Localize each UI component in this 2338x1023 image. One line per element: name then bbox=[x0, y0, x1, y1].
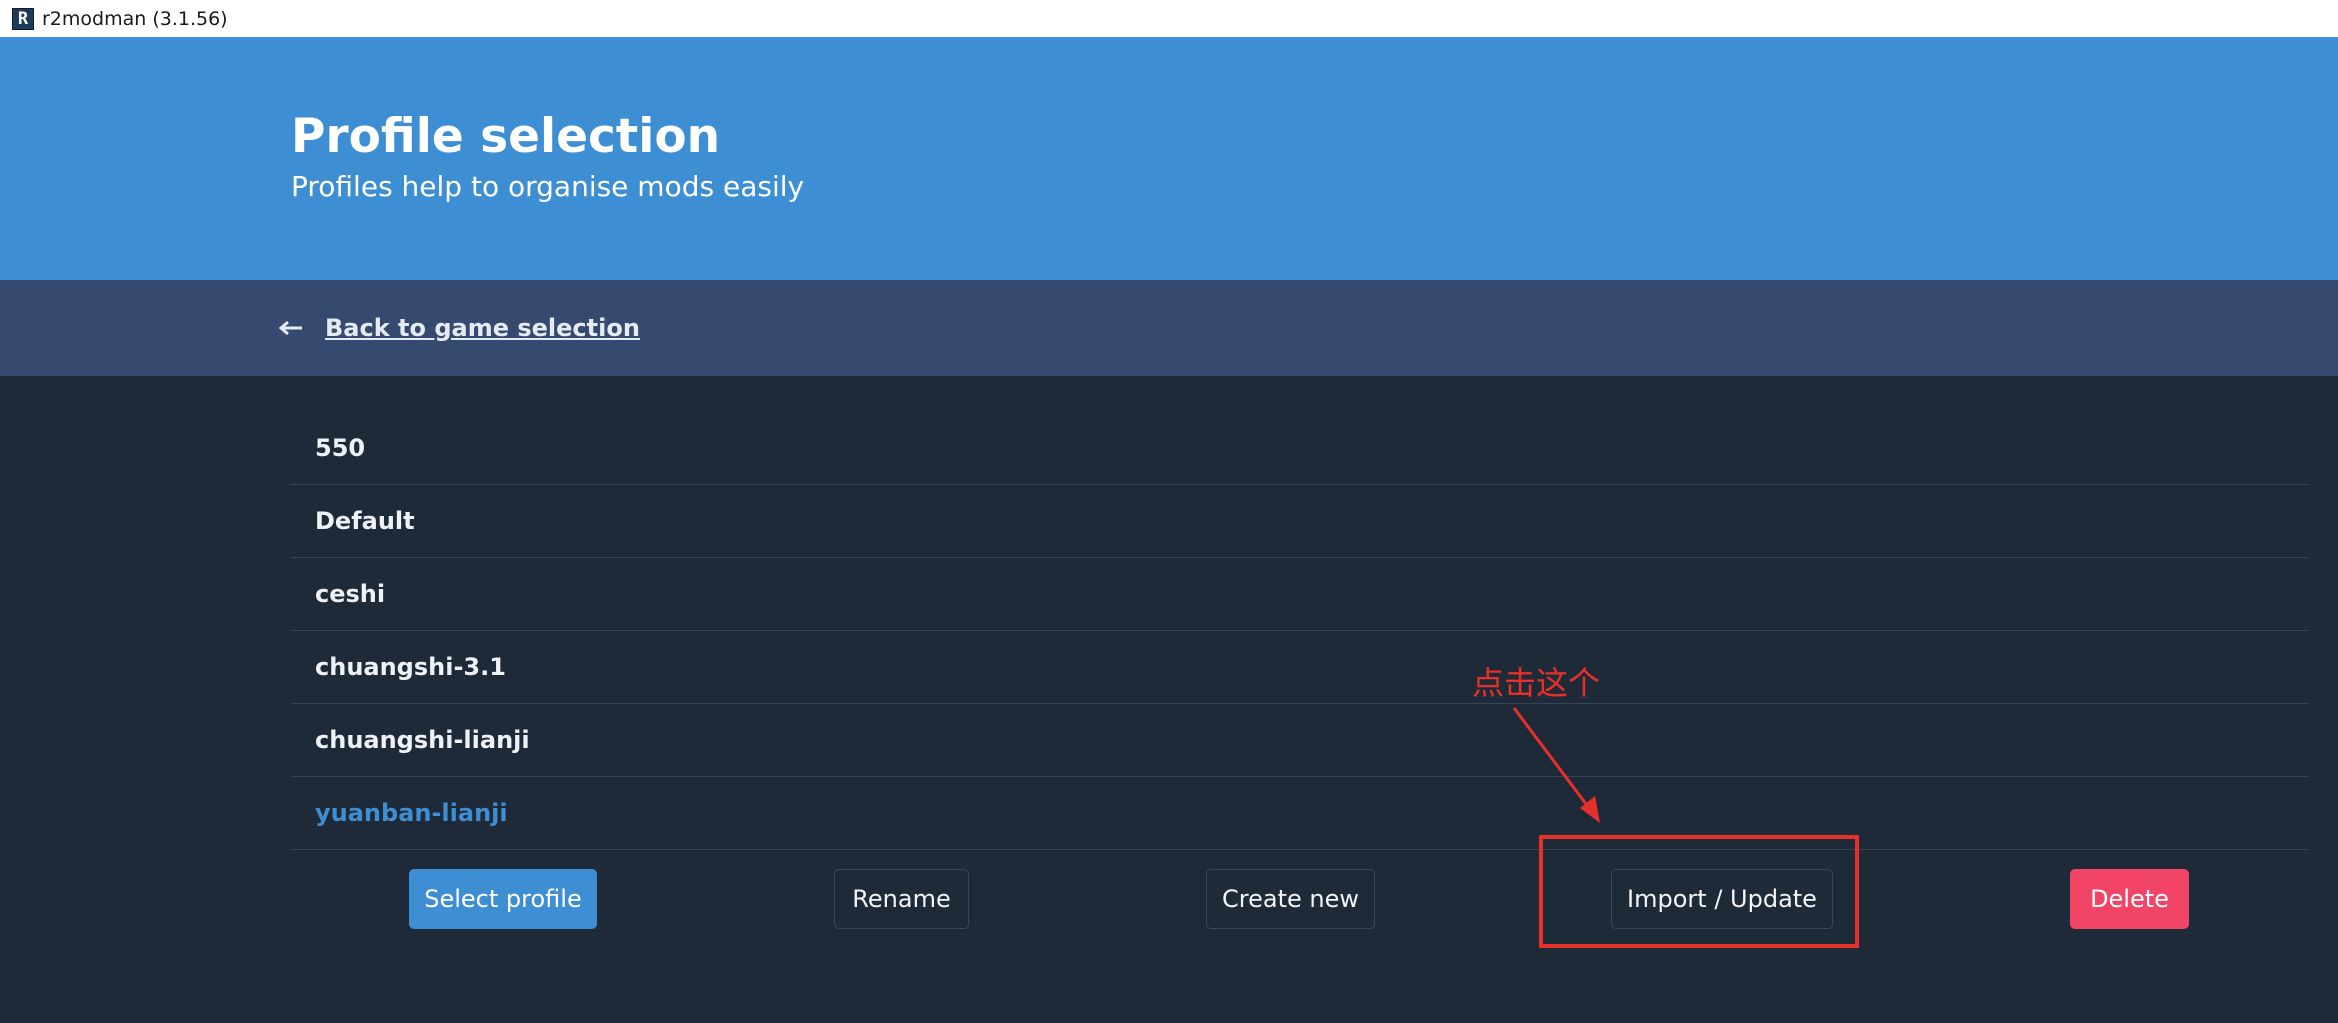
page-header: Profile selection Profiles help to organ… bbox=[0, 37, 2338, 280]
annotation-arrow-icon bbox=[1512, 707, 1600, 823]
page-title: Profile selection bbox=[291, 109, 721, 164]
profile-item-default[interactable]: Default bbox=[291, 485, 2308, 558]
profile-item-550[interactable]: 550 bbox=[291, 412, 2308, 485]
profile-item-chuangshi-3-1[interactable]: chuangshi-3.1 bbox=[291, 631, 2308, 704]
page-subtitle: Profiles help to organise mods easily bbox=[291, 170, 805, 203]
arrow-left-icon bbox=[278, 320, 302, 336]
back-to-game-selection-link[interactable]: Back to game selection bbox=[278, 314, 640, 342]
navigation-bar: Back to game selection bbox=[0, 280, 2338, 376]
window-title: r2modman (3.1.56) bbox=[42, 7, 228, 30]
annotation-highlight-box bbox=[1539, 835, 1859, 948]
profile-item-ceshi[interactable]: ceshi bbox=[291, 558, 2308, 631]
profile-list: 550 Default ceshi chuangshi-3.1 chuangsh… bbox=[291, 412, 2308, 850]
delete-button[interactable]: Delete bbox=[2070, 869, 2189, 929]
select-profile-button[interactable]: Select profile bbox=[409, 869, 597, 929]
back-link-label: Back to game selection bbox=[325, 314, 640, 342]
app-logo-icon: R bbox=[12, 7, 34, 30]
annotation-label: 点击这个 bbox=[1472, 664, 1601, 702]
profile-item-chuangshi-lianji[interactable]: chuangshi-lianji bbox=[291, 704, 2308, 777]
create-new-button[interactable]: Create new bbox=[1206, 869, 1375, 929]
window-titlebar: R r2modman (3.1.56) bbox=[0, 0, 2338, 37]
profile-item-yuanban-lianji[interactable]: yuanban-lianji bbox=[291, 777, 2308, 850]
rename-button[interactable]: Rename bbox=[834, 869, 969, 929]
